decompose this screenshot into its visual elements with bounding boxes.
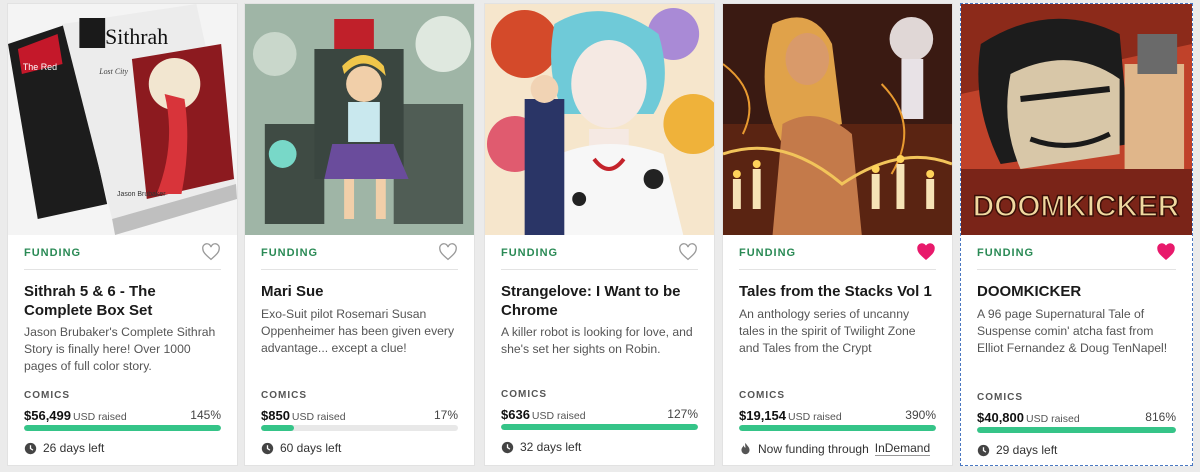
- status-label: FUNDING: [501, 247, 559, 259]
- cover-side-text: The Red: [23, 62, 57, 72]
- heart-icon[interactable]: [678, 243, 698, 261]
- progress-bar: [977, 427, 1176, 433]
- heart-icon[interactable]: [1156, 243, 1176, 261]
- amount-raised: $40,800 USD raised: [977, 410, 1080, 425]
- time-remaining: 29 days left: [977, 443, 1057, 457]
- clock-icon: [501, 441, 514, 454]
- amount-raised: $56,499 USD raised: [24, 408, 127, 423]
- divider: [501, 269, 698, 270]
- heart-icon[interactable]: [438, 243, 458, 261]
- project-card[interactable]: The Red Sithrah Lost City Jason Brubaker…: [7, 3, 238, 466]
- amount-raised: $636 USD raised: [501, 407, 586, 422]
- time-text: 60 days left: [280, 441, 342, 455]
- project-card[interactable]: FUNDING Strangelove: I Want to be Chrome…: [484, 3, 715, 466]
- progress-fill: [501, 424, 698, 430]
- project-blurb: Exo-Suit pilot Rosemari Susan Oppenheime…: [261, 307, 455, 355]
- clock-icon: [24, 442, 37, 455]
- category-label[interactable]: COMICS: [501, 389, 547, 400]
- category-label[interactable]: COMICS: [261, 390, 307, 401]
- time-remaining: 60 days left: [261, 441, 341, 455]
- project-image[interactable]: [723, 4, 952, 235]
- project-card[interactable]: FUNDING Mari Sue Exo-Suit pilot Rosemari…: [244, 3, 475, 466]
- project-blurb: A 96 page Supernatural Tale of Suspense …: [977, 307, 1168, 355]
- status-label: FUNDING: [24, 247, 82, 259]
- progress-bar: [261, 425, 458, 431]
- funded-percent: 17%: [433, 408, 458, 422]
- project-title[interactable]: Tales from the Stacks Vol 1: [739, 282, 938, 301]
- progress-bar: [24, 425, 221, 431]
- progress-fill: [24, 425, 221, 431]
- cover-author-text: Jason Brubaker: [117, 191, 166, 198]
- funded-percent: 390%: [905, 408, 936, 422]
- progress-bar: [501, 424, 698, 430]
- status-label: FUNDING: [977, 247, 1035, 259]
- time-text: Now funding through: [758, 441, 869, 456]
- project-image[interactable]: [245, 4, 474, 235]
- category-label[interactable]: COMICS: [739, 390, 785, 401]
- time-text: 26 days left: [43, 441, 105, 455]
- time-remaining: Now funding through InDemand: [739, 441, 931, 456]
- currency-label: USD raised: [291, 411, 346, 423]
- time-remaining: 26 days left: [24, 441, 104, 455]
- progress-fill: [261, 425, 295, 431]
- progress-fill: [977, 427, 1176, 433]
- progress-fill: [739, 425, 936, 431]
- cover-logo-text: DOOMKICKER: [973, 190, 1179, 223]
- status-label: FUNDING: [261, 247, 319, 259]
- currency-label: USD raised: [73, 411, 127, 423]
- project-title[interactable]: Sithrah 5 & 6 - The Complete Box Set: [24, 282, 223, 320]
- cover-subtitle-text: Lost City: [98, 67, 128, 76]
- project-card[interactable]: DOOMKICKER FUNDING DOOMKICKER A 96 page …: [960, 3, 1193, 466]
- project-blurb: Jason Brubaker's Complete Sithrah Story …: [24, 325, 216, 373]
- category-label[interactable]: COMICS: [977, 392, 1023, 403]
- amount-value: $850: [261, 408, 290, 423]
- divider: [977, 269, 1176, 270]
- divider: [24, 269, 221, 270]
- currency-label: USD raised: [531, 410, 586, 422]
- project-blurb: An anthology series of uncanny tales in …: [739, 307, 916, 355]
- amount-raised: $19,154 USD raised: [739, 408, 842, 423]
- amount-value: $636: [501, 407, 530, 422]
- project-image[interactable]: DOOMKICKER: [961, 4, 1192, 235]
- funded-percent: 127%: [667, 407, 698, 421]
- divider: [739, 269, 936, 270]
- project-title[interactable]: DOOMKICKER: [977, 282, 1178, 301]
- fire-icon: [739, 442, 752, 455]
- indemand-link[interactable]: InDemand: [874, 441, 931, 456]
- status-label: FUNDING: [739, 247, 797, 259]
- progress-bar: [739, 425, 936, 431]
- heart-icon[interactable]: [916, 243, 936, 261]
- project-card[interactable]: FUNDING Tales from the Stacks Vol 1 An a…: [722, 3, 953, 466]
- amount-value: $56,499: [24, 408, 71, 423]
- cover-logo-text: Sithrah: [105, 24, 168, 49]
- funded-percent: 145%: [190, 408, 221, 422]
- heart-icon[interactable]: [201, 243, 221, 261]
- divider: [261, 269, 458, 270]
- currency-label: USD raised: [788, 411, 842, 423]
- project-image[interactable]: [485, 4, 714, 235]
- funded-percent: 816%: [1145, 410, 1176, 424]
- clock-icon: [977, 444, 990, 457]
- time-text: 32 days left: [520, 440, 582, 454]
- amount-raised: $850 USD raised: [261, 408, 346, 423]
- project-title[interactable]: Strangelove: I Want to be Chrome: [501, 282, 700, 320]
- project-title[interactable]: Mari Sue: [261, 282, 460, 301]
- category-label[interactable]: COMICS: [24, 390, 70, 401]
- time-text: 29 days left: [996, 443, 1058, 457]
- amount-value: $19,154: [739, 408, 786, 423]
- time-remaining: 32 days left: [501, 440, 581, 454]
- clock-icon: [261, 442, 274, 455]
- project-image[interactable]: The Red Sithrah Lost City Jason Brubaker: [8, 4, 237, 235]
- currency-label: USD raised: [1026, 413, 1080, 425]
- amount-value: $40,800: [977, 410, 1024, 425]
- project-blurb: A killer robot is looking for love, and …: [501, 325, 693, 356]
